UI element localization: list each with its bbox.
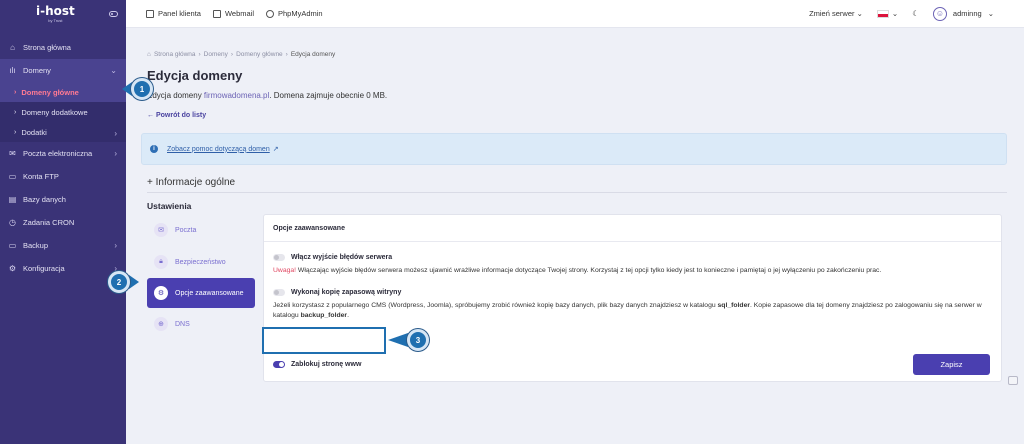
logo-tagline: by Trust: [48, 18, 63, 23]
sidebar-nav: ⌂ Strona główna ılı Domeny ⌄ › Domeny główne…: [0, 36, 126, 280]
backup-toggle[interactable]: [273, 289, 285, 296]
sidebar-item-databases[interactable]: ▤ Bazy danych: [0, 188, 126, 211]
chevron-up-icon: ⌄: [110, 66, 117, 75]
page-description: Edycja domeny firmowadomena.pl. Domena z…: [147, 91, 388, 100]
chevron-right-icon: ›: [114, 241, 117, 250]
breadcrumb: ⌂ Strona główna › Domeny › Domeny główne › …: [147, 51, 336, 58]
theme-toggle[interactable]: ☾: [912, 9, 919, 18]
block-site-toggle[interactable]: [273, 361, 285, 368]
chevron-down-icon: ⌄: [891, 9, 899, 18]
info-icon: i: [150, 145, 158, 153]
home-icon: ⌂: [10, 43, 15, 52]
sidebar: i-host by Trust ⌂ Strona główna ılı Domeny…: [0, 0, 126, 444]
domains-icon: ılı: [9, 66, 16, 75]
sidebar-item-main-domains[interactable]: › Domeny główne: [0, 82, 126, 102]
chevron-right-icon: ›: [114, 149, 117, 158]
top-links: Panel klienta Webmail PhpMyAdmin: [126, 9, 323, 18]
gear-icon: ⚙: [8, 264, 17, 273]
globe-icon: ⊕: [154, 317, 168, 331]
sidebar-item-mail[interactable]: ✉ Poczta elektroniczna ›: [0, 142, 126, 165]
help-info-box: i Zobacz pomoc dotyczącą domen ↗: [141, 133, 1007, 165]
ftp-icon: ▭: [8, 172, 17, 181]
chevron-down-icon: ⌄: [987, 9, 994, 18]
page-title: Edycja domeny: [147, 68, 243, 83]
error-output-desc: Uwaga! Włączając wyjście błędów serwera …: [273, 267, 882, 274]
marker-3: 3: [407, 329, 429, 351]
domains-submenu: › Domeny główne › Domeny dodatkowe › Dodatk…: [0, 82, 126, 142]
sidebar-item-home[interactable]: ⌂ Strona główna: [0, 36, 126, 59]
logo-text: i-host: [36, 4, 75, 18]
clock-icon: ◷: [9, 218, 16, 227]
flag-pl-icon: [876, 9, 889, 18]
chevron-right-icon: ›: [14, 88, 17, 96]
divider: [147, 192, 1007, 193]
chevron-right-icon: ›: [114, 129, 117, 138]
chevron-right-icon: ›: [14, 108, 17, 116]
database-icon: ▤: [8, 195, 17, 204]
card-title: Opcje zaawansowane: [264, 215, 1001, 242]
help-link[interactable]: Zobacz pomoc dotyczącą domen: [167, 146, 270, 153]
backup-desc: Jeżeli korzystasz z popularnego CMS (Wor…: [273, 302, 982, 319]
settings-tab-dns[interactable]: ⊕ DNS: [147, 308, 255, 340]
gear-icon: ⚙: [154, 286, 168, 300]
section-general-info[interactable]: + Informacje ogólne: [147, 177, 235, 188]
option-backup: Wykonaj kopię zapasową witryny Jeżeli ko…: [273, 289, 993, 321]
error-output-toggle[interactable]: [273, 254, 285, 261]
mail-icon: ✉: [154, 223, 168, 237]
option-block-site: Zablokuj stronę www: [273, 361, 361, 368]
breadcrumb-domains[interactable]: Domeny: [204, 51, 228, 58]
gear-icon: [266, 9, 274, 18]
settings-title: Ustawienia: [147, 201, 192, 211]
avatar-icon: ☺: [932, 6, 947, 21]
settings-nav: ✉ Poczta 🔒︎ Bezpieczeństwo ⚙ Opcje zaawanso…: [147, 214, 255, 340]
mail-icon: [212, 9, 221, 18]
domain-link[interactable]: firmowadomena.pl: [204, 91, 269, 100]
external-link-icon: ↗: [272, 146, 279, 153]
sidebar-item-backup[interactable]: ▭ Backup ›: [0, 234, 126, 257]
settings-tab-security[interactable]: 🔒︎ Bezpieczeństwo: [147, 246, 255, 278]
highlight-block-site: [262, 327, 386, 354]
sidebar-item-addons[interactable]: › Dodatki ›: [0, 122, 126, 142]
marker-3-arrow: [388, 333, 408, 347]
marker-1: 1: [131, 78, 153, 100]
sidebar-toggle-icon[interactable]: [109, 11, 118, 17]
mail-icon: ✉: [9, 149, 16, 158]
home-icon: [146, 9, 154, 18]
settings-tab-mail[interactable]: ✉ Poczta: [147, 214, 255, 246]
phpmyadmin-link[interactable]: PhpMyAdmin: [266, 9, 323, 18]
advanced-options-card: Opcje zaawansowane Włącz wyjście błędów …: [263, 214, 1002, 382]
logo[interactable]: i-host by Trust: [0, 0, 126, 28]
chevron-right-icon: ›: [14, 128, 17, 136]
backup-icon: ▭: [8, 241, 17, 250]
home-icon: ⌂: [147, 51, 151, 58]
sidebar-item-ftp[interactable]: ▭ Konta FTP: [0, 165, 126, 188]
sidebar-item-config[interactable]: ⚙ Konfiguracja ›: [0, 257, 126, 280]
user-menu[interactable]: ☺ adminng ⌄: [932, 6, 994, 21]
chevron-down-icon: ⌄: [856, 9, 863, 18]
top-right: Zmień serwer ⌄ ⌄ ☾ ☺ adminng ⌄: [809, 6, 994, 21]
marker-2-arrow: [129, 275, 139, 289]
sidebar-item-addon-domains[interactable]: › Domeny dodatkowe: [0, 102, 126, 122]
topbar: Panel klienta Webmail PhpMyAdmin Zmień s…: [126, 0, 1024, 28]
chat-icon[interactable]: [1008, 376, 1018, 385]
moon-icon: ☾: [912, 9, 919, 18]
server-switch[interactable]: Zmień serwer ⌄: [809, 9, 863, 18]
language-select[interactable]: ⌄: [876, 9, 899, 18]
settings-tab-advanced[interactable]: ⚙ Opcje zaawansowane: [147, 278, 255, 308]
breadcrumb-current: Edycja domeny: [290, 51, 336, 58]
marker-2: 2: [108, 271, 130, 293]
breadcrumb-main-domains[interactable]: Domeny główne: [236, 51, 283, 58]
save-button[interactable]: Zapisz: [913, 354, 990, 375]
webmail-link[interactable]: Webmail: [212, 9, 254, 18]
sidebar-item-cron[interactable]: ◷ Zadania CRON: [0, 211, 126, 234]
panel-link[interactable]: Panel klienta: [146, 9, 201, 18]
back-link[interactable]: ← Powrót do listy: [147, 112, 206, 119]
sidebar-item-domains[interactable]: ılı Domeny ⌄: [0, 59, 126, 82]
breadcrumb-home[interactable]: Strona główna: [154, 51, 196, 58]
lock-icon: 🔒︎: [154, 255, 168, 269]
option-error-output: Włącz wyjście błędów serwera Uwaga! Włąc…: [273, 254, 993, 276]
